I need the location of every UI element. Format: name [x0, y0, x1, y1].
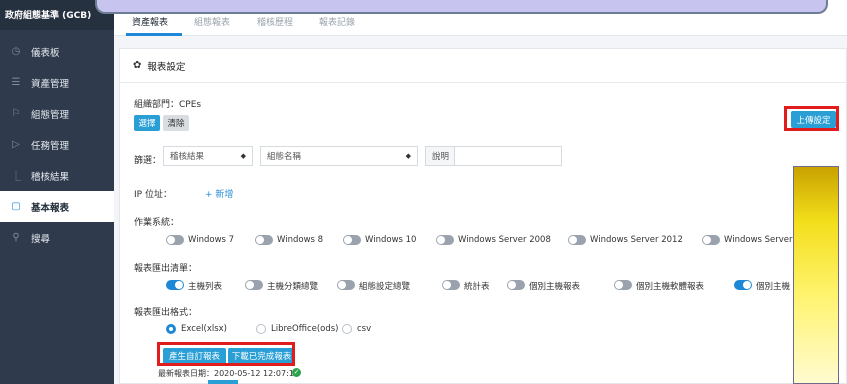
- format-option-label: csv: [357, 324, 372, 334]
- export-option-label: 個別主機報表: [529, 282, 581, 292]
- os-option-label: Windows Server: [724, 235, 793, 245]
- os-option-label: Windows 7: [188, 235, 235, 245]
- sidebar-item-label: 儀表板: [31, 47, 60, 59]
- add-ip-link[interactable]: + 新增: [205, 187, 233, 200]
- export-format-label: 報表匯出格式：: [134, 308, 198, 318]
- sidebar-item-label: 搜尋: [31, 233, 51, 245]
- keyword-input[interactable]: [454, 146, 562, 166]
- sidebar-item-label: 基本報表: [31, 202, 70, 214]
- chevron-down-icon: ◆: [240, 152, 246, 160]
- annotation-highlight-upload: [784, 106, 839, 131]
- format-option-label: LibreOffice(ods): [271, 324, 339, 334]
- export-toggle-host-category[interactable]: [245, 280, 263, 290]
- export-list-label: 報表匯出清單：: [134, 264, 198, 274]
- export-toggle-host-list[interactable]: [166, 280, 184, 290]
- sidebar-item-label: 資產管理: [31, 78, 70, 90]
- export-toggle-host-report[interactable]: [507, 280, 525, 290]
- filter-select-result[interactable]: 稽核結果 ◆: [163, 146, 253, 166]
- os-toggle-ws2012[interactable]: [568, 235, 586, 245]
- os-toggle-win10[interactable]: [343, 235, 361, 245]
- sidebar-item-config[interactable]: ⚐ 組態管理: [0, 98, 114, 129]
- chevron-down-icon: ◆: [405, 152, 411, 160]
- report-settings-card: ✿ 報表設定 組織部門：CPEs 選擇 清除 上傳設定 篩選： 稽核結果 ◆ 組態…: [119, 48, 847, 384]
- export-toggle-host-software[interactable]: [614, 280, 632, 290]
- os-option-label: Windows 10: [365, 235, 417, 245]
- tab-report-log[interactable]: 報表記錄: [319, 15, 355, 28]
- export-option-label: 組態設定總覽: [359, 282, 411, 292]
- os-option-label: Windows Server 2008: [458, 235, 551, 245]
- org-label: 組織部門：CPEs: [134, 100, 202, 110]
- filter-select-config[interactable]: 組態名稱 ◆: [260, 146, 418, 166]
- overlay-banner: [95, 0, 828, 14]
- os-option-label: Windows Server 2012: [590, 235, 683, 245]
- sidebar-item-reports[interactable]: ▢ 基本報表: [0, 191, 114, 222]
- select-org-button[interactable]: 選擇: [134, 115, 160, 131]
- document-icon: ▢: [11, 201, 21, 212]
- partial-button[interactable]: [208, 380, 238, 384]
- export-toggle-stats[interactable]: [442, 280, 460, 290]
- yellow-scroll-overlay: [793, 166, 839, 384]
- os-toggle-ws[interactable]: [702, 235, 720, 245]
- sidebar-item-audit[interactable]: ⎿ 稽核結果: [0, 160, 114, 191]
- check-icon: ✓: [292, 368, 301, 377]
- sidebar-item-tasks[interactable]: ▷ 任務管理: [0, 129, 114, 160]
- os-label: 作業系統：: [134, 218, 180, 228]
- ip-label: IP 位址：: [134, 190, 172, 200]
- format-radio-ods[interactable]: [256, 324, 266, 334]
- keyword-addon: 說明: [425, 146, 455, 166]
- format-radio-csv[interactable]: [342, 324, 352, 334]
- export-toggle-host-extra[interactable]: [734, 280, 752, 290]
- export-option-label: 主機分類總覽: [267, 282, 319, 292]
- sidebar-item-search[interactable]: ⚲ 搜尋: [0, 222, 114, 253]
- flag-icon: ⚐: [11, 108, 21, 119]
- annotation-highlight-actions: [157, 342, 295, 366]
- app-root: 政府組態基準 (GCB) ◷ 儀表板 ☰ 資產管理 ⚐ 組態管理 ▷ 任務管理 …: [0, 0, 847, 384]
- tab-audit-history[interactable]: 稽核歷程: [257, 15, 293, 28]
- sidebar-item-label: 組態管理: [31, 109, 70, 121]
- active-tab-indicator: [126, 33, 182, 36]
- sidebar-item-label: 稽核結果: [31, 171, 70, 183]
- os-toggle-win8[interactable]: [255, 235, 273, 245]
- tab-asset-report[interactable]: 資產報表: [132, 15, 168, 28]
- format-radio-xlsx[interactable]: [166, 324, 176, 334]
- export-option-label: 統計表: [464, 282, 490, 292]
- sidebar: 政府組態基準 (GCB) ◷ 儀表板 ☰ 資產管理 ⚐ 組態管理 ▷ 任務管理 …: [0, 0, 114, 384]
- export-option-label: 個別主機: [756, 282, 791, 292]
- export-option-label: 個別主機軟體報表: [636, 282, 705, 292]
- chart-icon: ⎿: [11, 172, 21, 183]
- format-option-label: Excel(xlsx): [181, 324, 227, 334]
- search-icon: ⚲: [12, 232, 20, 243]
- latest-report-date: 最新報表日期：2020-05-12 12:07:12: [158, 369, 299, 378]
- filter-label: 篩選：: [134, 156, 162, 166]
- tab-config-report[interactable]: 組態報表: [194, 15, 230, 28]
- card-header: ✿ 報表設定: [120, 49, 846, 83]
- gear-icon: ✿: [133, 60, 142, 71]
- sidebar-item-label: 任務管理: [31, 140, 70, 152]
- play-icon: ▷: [12, 139, 20, 150]
- card-title: 報表設定: [147, 61, 186, 73]
- list-icon: ☰: [11, 77, 21, 88]
- sidebar-item-dashboard[interactable]: ◷ 儀表板: [0, 36, 114, 67]
- export-option-label: 主機列表: [188, 282, 223, 292]
- clear-org-button[interactable]: 清除: [163, 115, 189, 131]
- os-toggle-ws2008[interactable]: [436, 235, 454, 245]
- sidebar-item-assets[interactable]: ☰ 資產管理: [0, 67, 114, 98]
- os-toggle-win7[interactable]: [166, 235, 184, 245]
- dashboard-icon: ◷: [11, 46, 21, 57]
- export-toggle-config-overview[interactable]: [337, 280, 355, 290]
- os-option-label: Windows 8: [277, 235, 324, 245]
